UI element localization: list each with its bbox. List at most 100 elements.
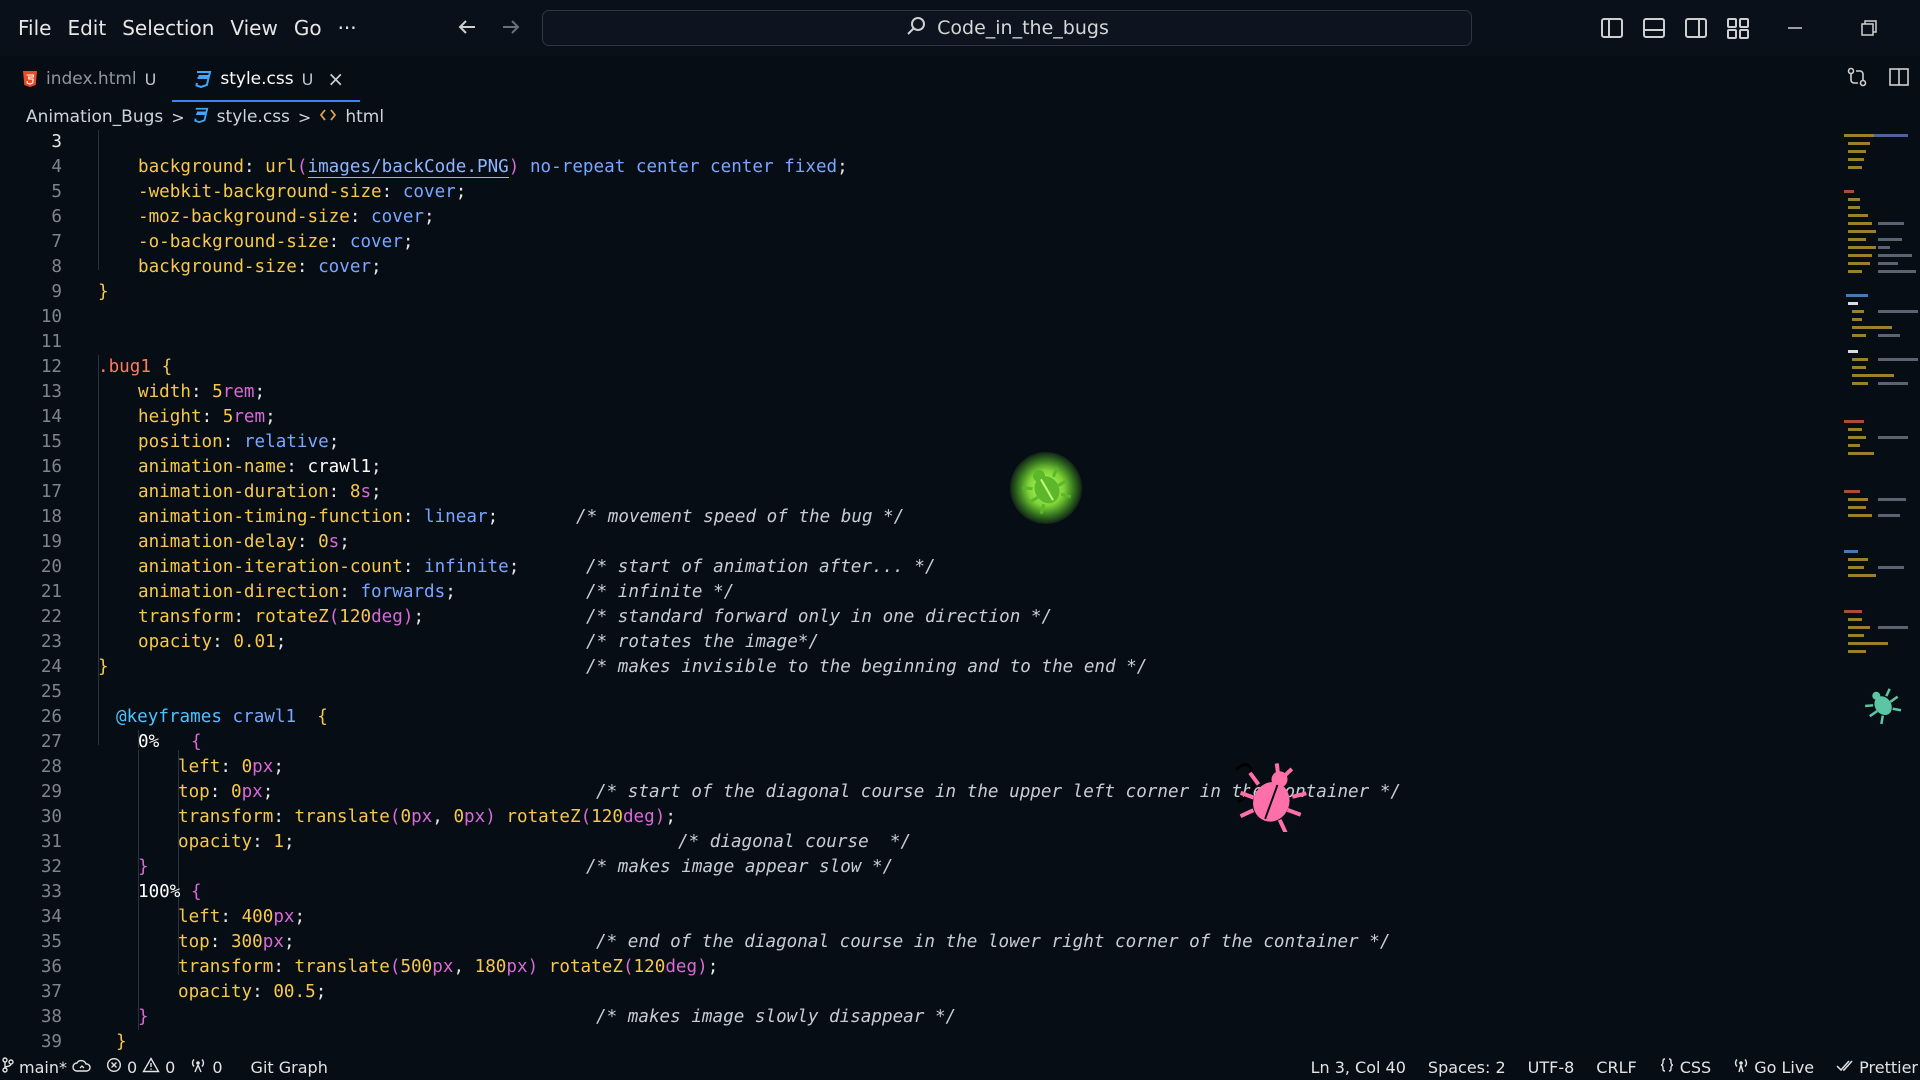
breadcrumb-symbol[interactable]: html [345, 107, 384, 127]
encoding-status[interactable]: UTF-8 [1528, 1058, 1575, 1077]
forward-arrow-icon[interactable] [496, 12, 526, 42]
toggle-primary-sidebar-icon[interactable] [1598, 14, 1626, 42]
tab-label: style.css [220, 69, 294, 89]
prettier-status[interactable]: Prettier [1836, 1058, 1918, 1077]
bug-icon [1860, 682, 1904, 726]
code-line: transform: translate(500px, 180px) rotat… [0, 930, 1840, 977]
code-line: animation-name: crawl1; [0, 430, 1840, 477]
menu-file[interactable]: File [10, 0, 59, 56]
braces-icon [1659, 1057, 1675, 1077]
minimize-icon[interactable] [1780, 14, 1810, 42]
git-graph-button[interactable]: Git Graph [251, 1058, 328, 1077]
code-line: } [0, 830, 1840, 877]
code-line: left: 400px; /* end of the diagonal cour… [0, 880, 1840, 952]
warning-icon [142, 1057, 160, 1077]
ports-count: 0 [212, 1057, 223, 1077]
language-mode[interactable]: CSS [1659, 1057, 1711, 1077]
prettier-label: Prettier [1859, 1057, 1918, 1077]
code-line: -webkit-background-size: cover; [0, 155, 1840, 202]
code-line: background: url(images/backCode.PNG) no-… [0, 130, 1840, 178]
css-brace: } [116, 1032, 127, 1052]
restore-icon[interactable] [1854, 14, 1884, 42]
css-icon [193, 107, 209, 128]
code-line: .bug1 { [0, 330, 1840, 377]
symbol-tag-icon [319, 107, 337, 128]
code-line: -o-background-size: cover; [0, 205, 1840, 252]
open-changes-icon[interactable] [1846, 66, 1868, 92]
css-brace: } [98, 282, 109, 302]
menu-more-button[interactable]: ··· [330, 0, 365, 56]
sync-cloud-icon[interactable] [72, 1058, 92, 1077]
breadcrumb-folder[interactable]: Animation_Bugs [26, 107, 163, 127]
code-line: } [0, 630, 1840, 677]
cursor-position[interactable]: Ln 3, Col 40 [1311, 1058, 1406, 1077]
breadcrumb-file[interactable]: style.css [217, 107, 290, 127]
navigation-arrows [452, 12, 526, 42]
code-line: left: 0px; /* start of the diagonal cour… [0, 730, 1840, 802]
title-bar: File Edit Selection View Go ··· Code_in_… [0, 0, 1920, 56]
code-line: width: 5rem; [0, 355, 1840, 402]
code-line: -moz-background-size: cover; [0, 180, 1840, 227]
branch-name: main* [19, 1057, 67, 1077]
code-line: height: 5rem; [0, 380, 1840, 427]
code-line: @keyframes crawl1 { [0, 680, 1840, 727]
code-line: animation-delay: 0s; /* start of animati… [0, 505, 1840, 577]
tab-untracked-badge: U [301, 69, 314, 89]
tab-untracked-badge: U [144, 69, 157, 89]
code-line: animation-timing-function: linear; [0, 480, 1840, 527]
error-icon [106, 1057, 122, 1077]
menu-edit[interactable]: Edit [59, 0, 114, 56]
go-live-button[interactable]: Go Live [1733, 1057, 1814, 1077]
code-line: 100% { [0, 855, 1840, 902]
code-line: opacity: 0.01; /* makes invisible to the… [0, 605, 1840, 677]
split-editor-icon[interactable] [1888, 66, 1910, 92]
command-center-search[interactable]: Code_in_the_bugs [542, 10, 1472, 46]
status-bar: main* 0 0 0 Git Graph Ln 3, Col 40 Space… [0, 1054, 1920, 1080]
back-arrow-icon[interactable] [452, 12, 482, 42]
branch-status[interactable]: main* [2, 1057, 92, 1077]
tab-style-css[interactable]: style.css U × [172, 56, 360, 102]
minimap[interactable] [1842, 130, 1920, 670]
go-live-label: Go Live [1754, 1057, 1815, 1077]
code-line: top: 300px; [0, 905, 1840, 952]
code-line: transform: translate(0px, 0px) rotateZ(1… [0, 780, 1840, 852]
indentation-status[interactable]: Spaces: 2 [1428, 1058, 1506, 1077]
code-line: animation-direction: forwards; /* standa… [0, 555, 1840, 627]
tab-label: index.html [46, 69, 137, 89]
toggle-panel-icon[interactable] [1640, 14, 1668, 42]
menu-go[interactable]: Go [286, 0, 330, 56]
git-branch-icon [2, 1057, 14, 1077]
error-count: 0 [126, 1057, 138, 1077]
broadcast-icon [1733, 1057, 1749, 1077]
code-line: position: relative; [0, 405, 1840, 452]
problems-status[interactable]: 0 0 [106, 1057, 175, 1077]
menu-selection[interactable]: Selection [114, 0, 222, 56]
breadcrumb-separator: > [297, 107, 312, 127]
menu-view[interactable]: View [222, 0, 285, 56]
close-icon[interactable]: × [327, 67, 344, 91]
tab-index-html[interactable]: index.html U [0, 56, 172, 102]
code-line: 0% { [0, 705, 1840, 752]
eol-status[interactable]: CRLF [1596, 1058, 1636, 1077]
code-line: } [0, 255, 1840, 302]
code-line: transform: rotateZ(120deg); /* rotates t… [0, 580, 1840, 652]
toggle-secondary-sidebar-icon[interactable] [1682, 14, 1710, 42]
css-brace: } [98, 657, 109, 677]
code-line: animation-iteration-count: infinite; /* … [0, 530, 1840, 602]
broadcast-icon [189, 1057, 207, 1077]
code-line: } [0, 980, 1840, 1027]
code-line: background-size: cover; [0, 230, 1840, 277]
code-line: } [0, 1005, 1840, 1052]
code-editor[interactable]: 3 4 5 6 7 8 9 10 11 12 13 14 15 16 17 18… [0, 130, 1840, 1054]
editor-tab-bar: index.html U style.css U × [0, 56, 1920, 102]
customize-layout-icon[interactable] [1724, 14, 1752, 42]
breadcrumb: Animation_Bugs > style.css > html [26, 104, 384, 130]
code-line: animation-duration: 8s; /* movement spee… [0, 455, 1840, 527]
warning-count: 0 [165, 1057, 176, 1077]
html5-icon [22, 70, 38, 88]
search-icon [905, 15, 927, 42]
css-icon [194, 70, 212, 89]
ports-status[interactable]: 0 [189, 1057, 223, 1077]
breadcrumb-separator: > [171, 107, 185, 127]
code-line: opacity: 00.5; /* makes image slowly dis… [0, 955, 1840, 1027]
